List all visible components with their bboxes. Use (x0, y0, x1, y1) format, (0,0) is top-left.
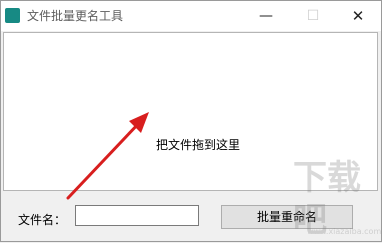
app-window: 文件批量更名工具 — ☐ ✕ 把文件拖到这里 文件名： 批量重命名 下载吧 ww… (0, 0, 382, 242)
filename-input[interactable] (75, 205, 199, 226)
batch-rename-button[interactable]: 批量重命名 (221, 205, 353, 229)
filename-label: 文件名： (18, 213, 67, 227)
